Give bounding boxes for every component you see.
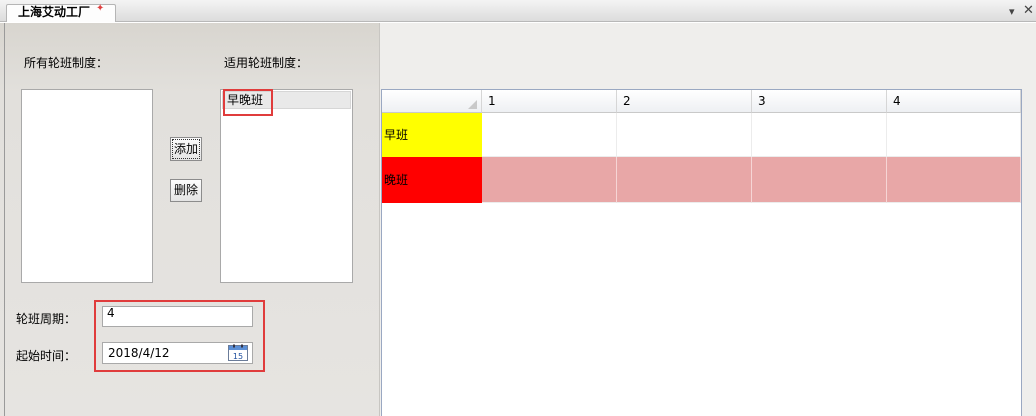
grid-cell[interactable] (887, 113, 1021, 157)
applicable-shifts-list[interactable] (220, 89, 353, 283)
row-label-morning-shift[interactable]: 早班 (382, 113, 482, 157)
column-header[interactable]: 2 (617, 90, 752, 113)
grid-corner-header (382, 90, 482, 113)
panel-border (4, 23, 5, 416)
grid-cell[interactable] (482, 157, 617, 203)
annotation-highlight-box (223, 89, 273, 116)
all-shifts-label: 所有轮班制度： (24, 56, 109, 70)
column-header[interactable]: 3 (752, 90, 887, 113)
tab-close-icon[interactable]: ✦ (96, 3, 104, 14)
close-icon[interactable]: ✕ (1023, 3, 1034, 18)
applicable-shifts-label: 适用轮班制度： (224, 56, 309, 70)
all-shifts-list[interactable] (21, 89, 153, 283)
grid-cell[interactable] (617, 157, 752, 203)
grid-cell[interactable] (482, 113, 617, 157)
document-tab-strip (0, 0, 1036, 22)
grid-cell[interactable] (752, 157, 887, 203)
grid-cell[interactable] (752, 113, 887, 157)
sort-corner-indicator (468, 100, 477, 109)
grid-cell[interactable] (617, 113, 752, 157)
column-header[interactable]: 1 (482, 90, 617, 113)
grid-cell[interactable] (887, 157, 1021, 203)
row-label-evening-shift[interactable]: 晚班 (382, 157, 482, 203)
period-label: 轮班周期： (16, 312, 77, 326)
column-header[interactable]: 4 (887, 90, 1021, 113)
add-button-focus-ring (172, 139, 200, 159)
tab-list-dropdown-icon[interactable]: ▾ (1009, 5, 1015, 18)
tab-title[interactable]: 上海艾动工厂 (18, 3, 90, 20)
start-time-label: 起始时间： (16, 349, 77, 363)
delete-button[interactable]: 删除 (170, 179, 202, 202)
annotation-highlight-box (94, 300, 265, 372)
